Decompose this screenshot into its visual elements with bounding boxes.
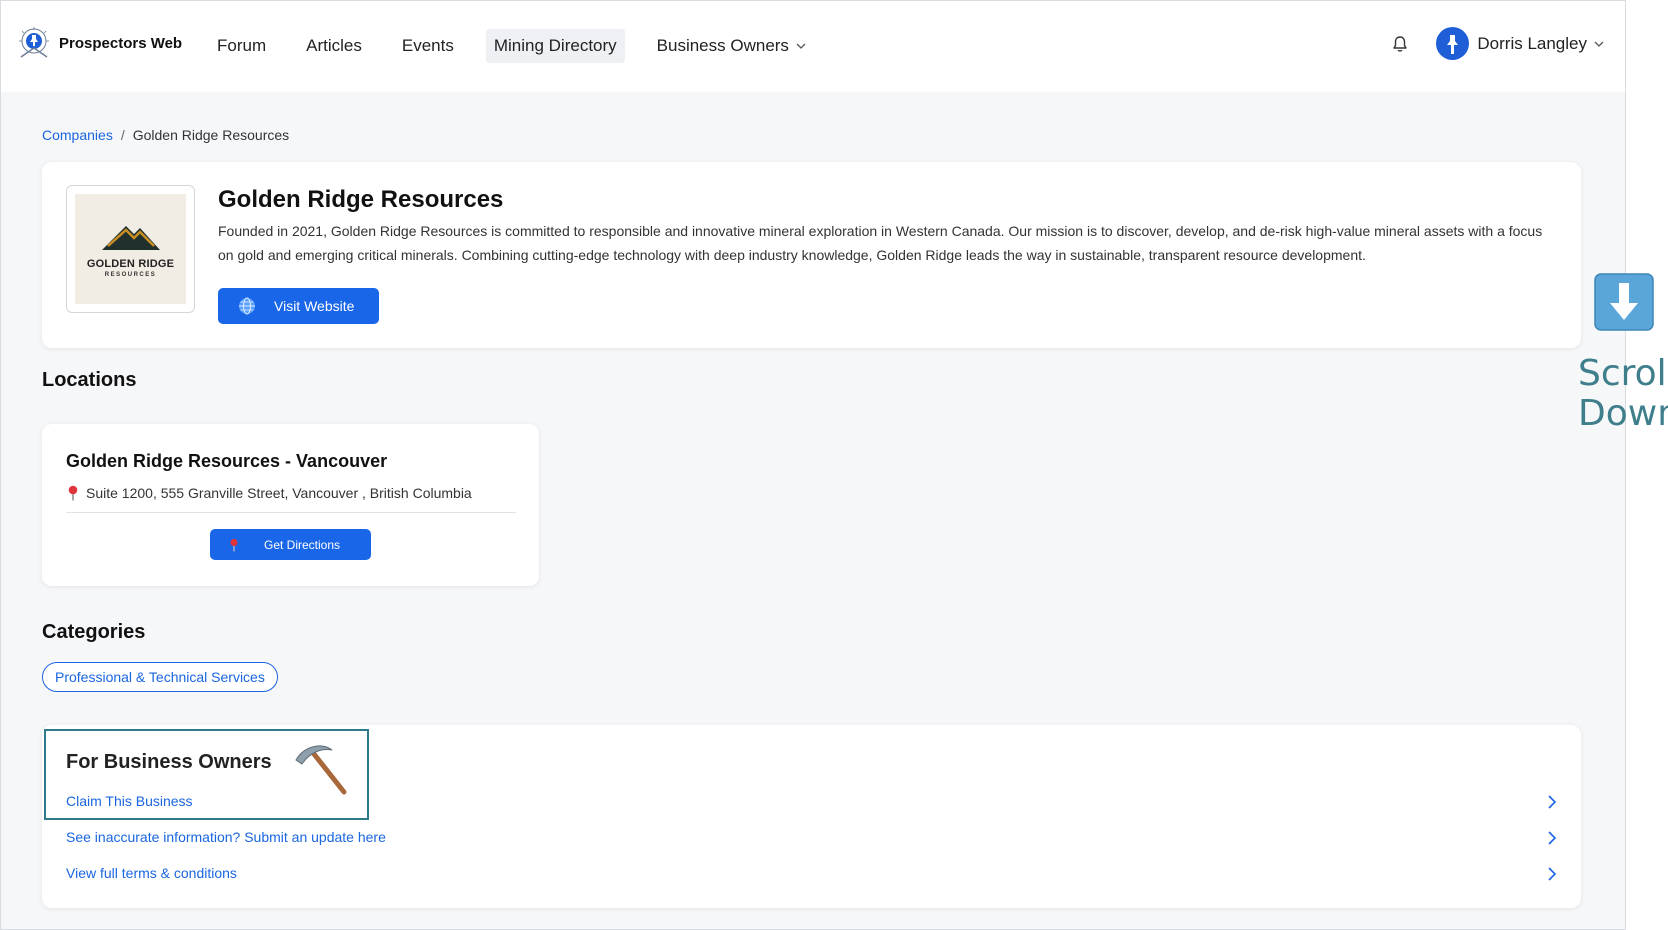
logo-text-primary: GOLDEN RIDGE — [86, 258, 175, 270]
top-navbar: Prospectors Web Forum Articles Events Mi… — [1, 1, 1625, 92]
nav-label: Articles — [306, 36, 362, 55]
nav-label: Business Owners — [656, 36, 789, 55]
scroll-hint-text: Scroll Down — [1578, 354, 1668, 434]
company-logo: GOLDEN RIDGE RESOURCES — [66, 185, 195, 313]
nav-business-owners[interactable]: Business Owners — [649, 29, 815, 63]
user-name[interactable]: Dorris Langley — [1477, 34, 1587, 54]
submit-update-link[interactable]: See inaccurate information? Submit an up… — [66, 829, 386, 845]
category-pill[interactable]: Professional & Technical Services — [42, 662, 278, 692]
location-address: Suite 1200, 555 Granville Street, Vancou… — [66, 485, 472, 501]
globe-icon — [239, 297, 255, 315]
chevron-right-icon[interactable] — [1545, 831, 1559, 845]
nav-events[interactable]: Events — [394, 29, 462, 63]
location-divider — [66, 512, 516, 513]
breadcrumb-current: Golden Ridge Resources — [132, 127, 290, 143]
scroll-hint-line-1: Scroll — [1578, 353, 1668, 394]
breadcrumb: Companies / Golden Ridge Resources — [42, 127, 289, 143]
nav-mining-directory[interactable]: Mining Directory — [485, 29, 625, 63]
map-pin-icon — [68, 485, 78, 501]
notification-bell-icon[interactable] — [1390, 34, 1410, 54]
get-directions-button[interactable]: Get Directions — [210, 529, 371, 560]
terms-conditions-link[interactable]: View full terms & conditions — [66, 865, 237, 881]
claim-business-link[interactable]: Claim This Business — [66, 793, 193, 809]
chevron-down-icon — [796, 43, 806, 49]
pickaxe-icon — [295, 745, 347, 795]
visit-website-button[interactable]: Visit Website — [218, 288, 379, 324]
owners-heading: For Business Owners — [66, 751, 272, 773]
chevron-right-icon[interactable] — [1545, 795, 1559, 809]
company-title: Golden Ridge Resources — [218, 186, 504, 213]
business-owners-card: For Business Owners Claim This Business … — [42, 725, 1581, 908]
nav-forum[interactable]: Forum — [209, 29, 274, 63]
main-nav: Forum Articles Events Mining Directory B… — [209, 29, 839, 63]
brand-name: Prospectors Web — [59, 34, 183, 52]
scroll-hint-line-2: Down — [1578, 393, 1668, 434]
map-pin-icon — [230, 538, 238, 551]
brand-logo-icon — [19, 27, 49, 58]
locations-heading: Locations — [42, 369, 137, 391]
user-avatar[interactable] — [1436, 27, 1470, 60]
location-address-text: Suite 1200, 555 Granville Street, Vancou… — [86, 485, 472, 501]
nav-articles[interactable]: Articles — [298, 29, 370, 63]
breadcrumb-separator: / — [120, 127, 125, 143]
get-directions-label: Get Directions — [264, 537, 341, 552]
nav-label: Mining Directory — [493, 36, 617, 55]
app-frame: Prospectors Web Forum Articles Events Mi… — [0, 0, 1626, 930]
location-name: Golden Ridge Resources - Vancouver — [66, 451, 388, 471]
company-logo-inner: GOLDEN RIDGE RESOURCES — [75, 194, 186, 304]
avatar-silhouette-icon — [1447, 35, 1459, 54]
company-card: GOLDEN RIDGE RESOURCES Golden Ridge Reso… — [42, 162, 1581, 348]
scroll-down-hint: Scroll Down — [1578, 273, 1668, 434]
visit-website-label: Visit Website — [274, 298, 355, 314]
categories-heading: Categories — [42, 621, 146, 643]
down-arrow-icon — [1594, 273, 1654, 331]
logo-text-secondary: RESOURCES — [104, 272, 157, 278]
chevron-down-icon[interactable] — [1593, 38, 1605, 50]
nav-label: Forum — [217, 36, 267, 55]
chevron-right-icon[interactable] — [1545, 867, 1559, 881]
nav-right: Dorris Langley — [1390, 27, 1605, 60]
brand[interactable]: Prospectors Web — [17, 26, 182, 60]
company-description: Founded in 2021, Golden Ridge Resources … — [218, 223, 1543, 263]
mountain-logo-icon — [101, 226, 160, 250]
breadcrumb-companies-link[interactable]: Companies — [42, 127, 113, 143]
nav-label: Events — [401, 36, 454, 55]
location-card: Golden Ridge Resources - Vancouver Suite… — [42, 424, 539, 586]
